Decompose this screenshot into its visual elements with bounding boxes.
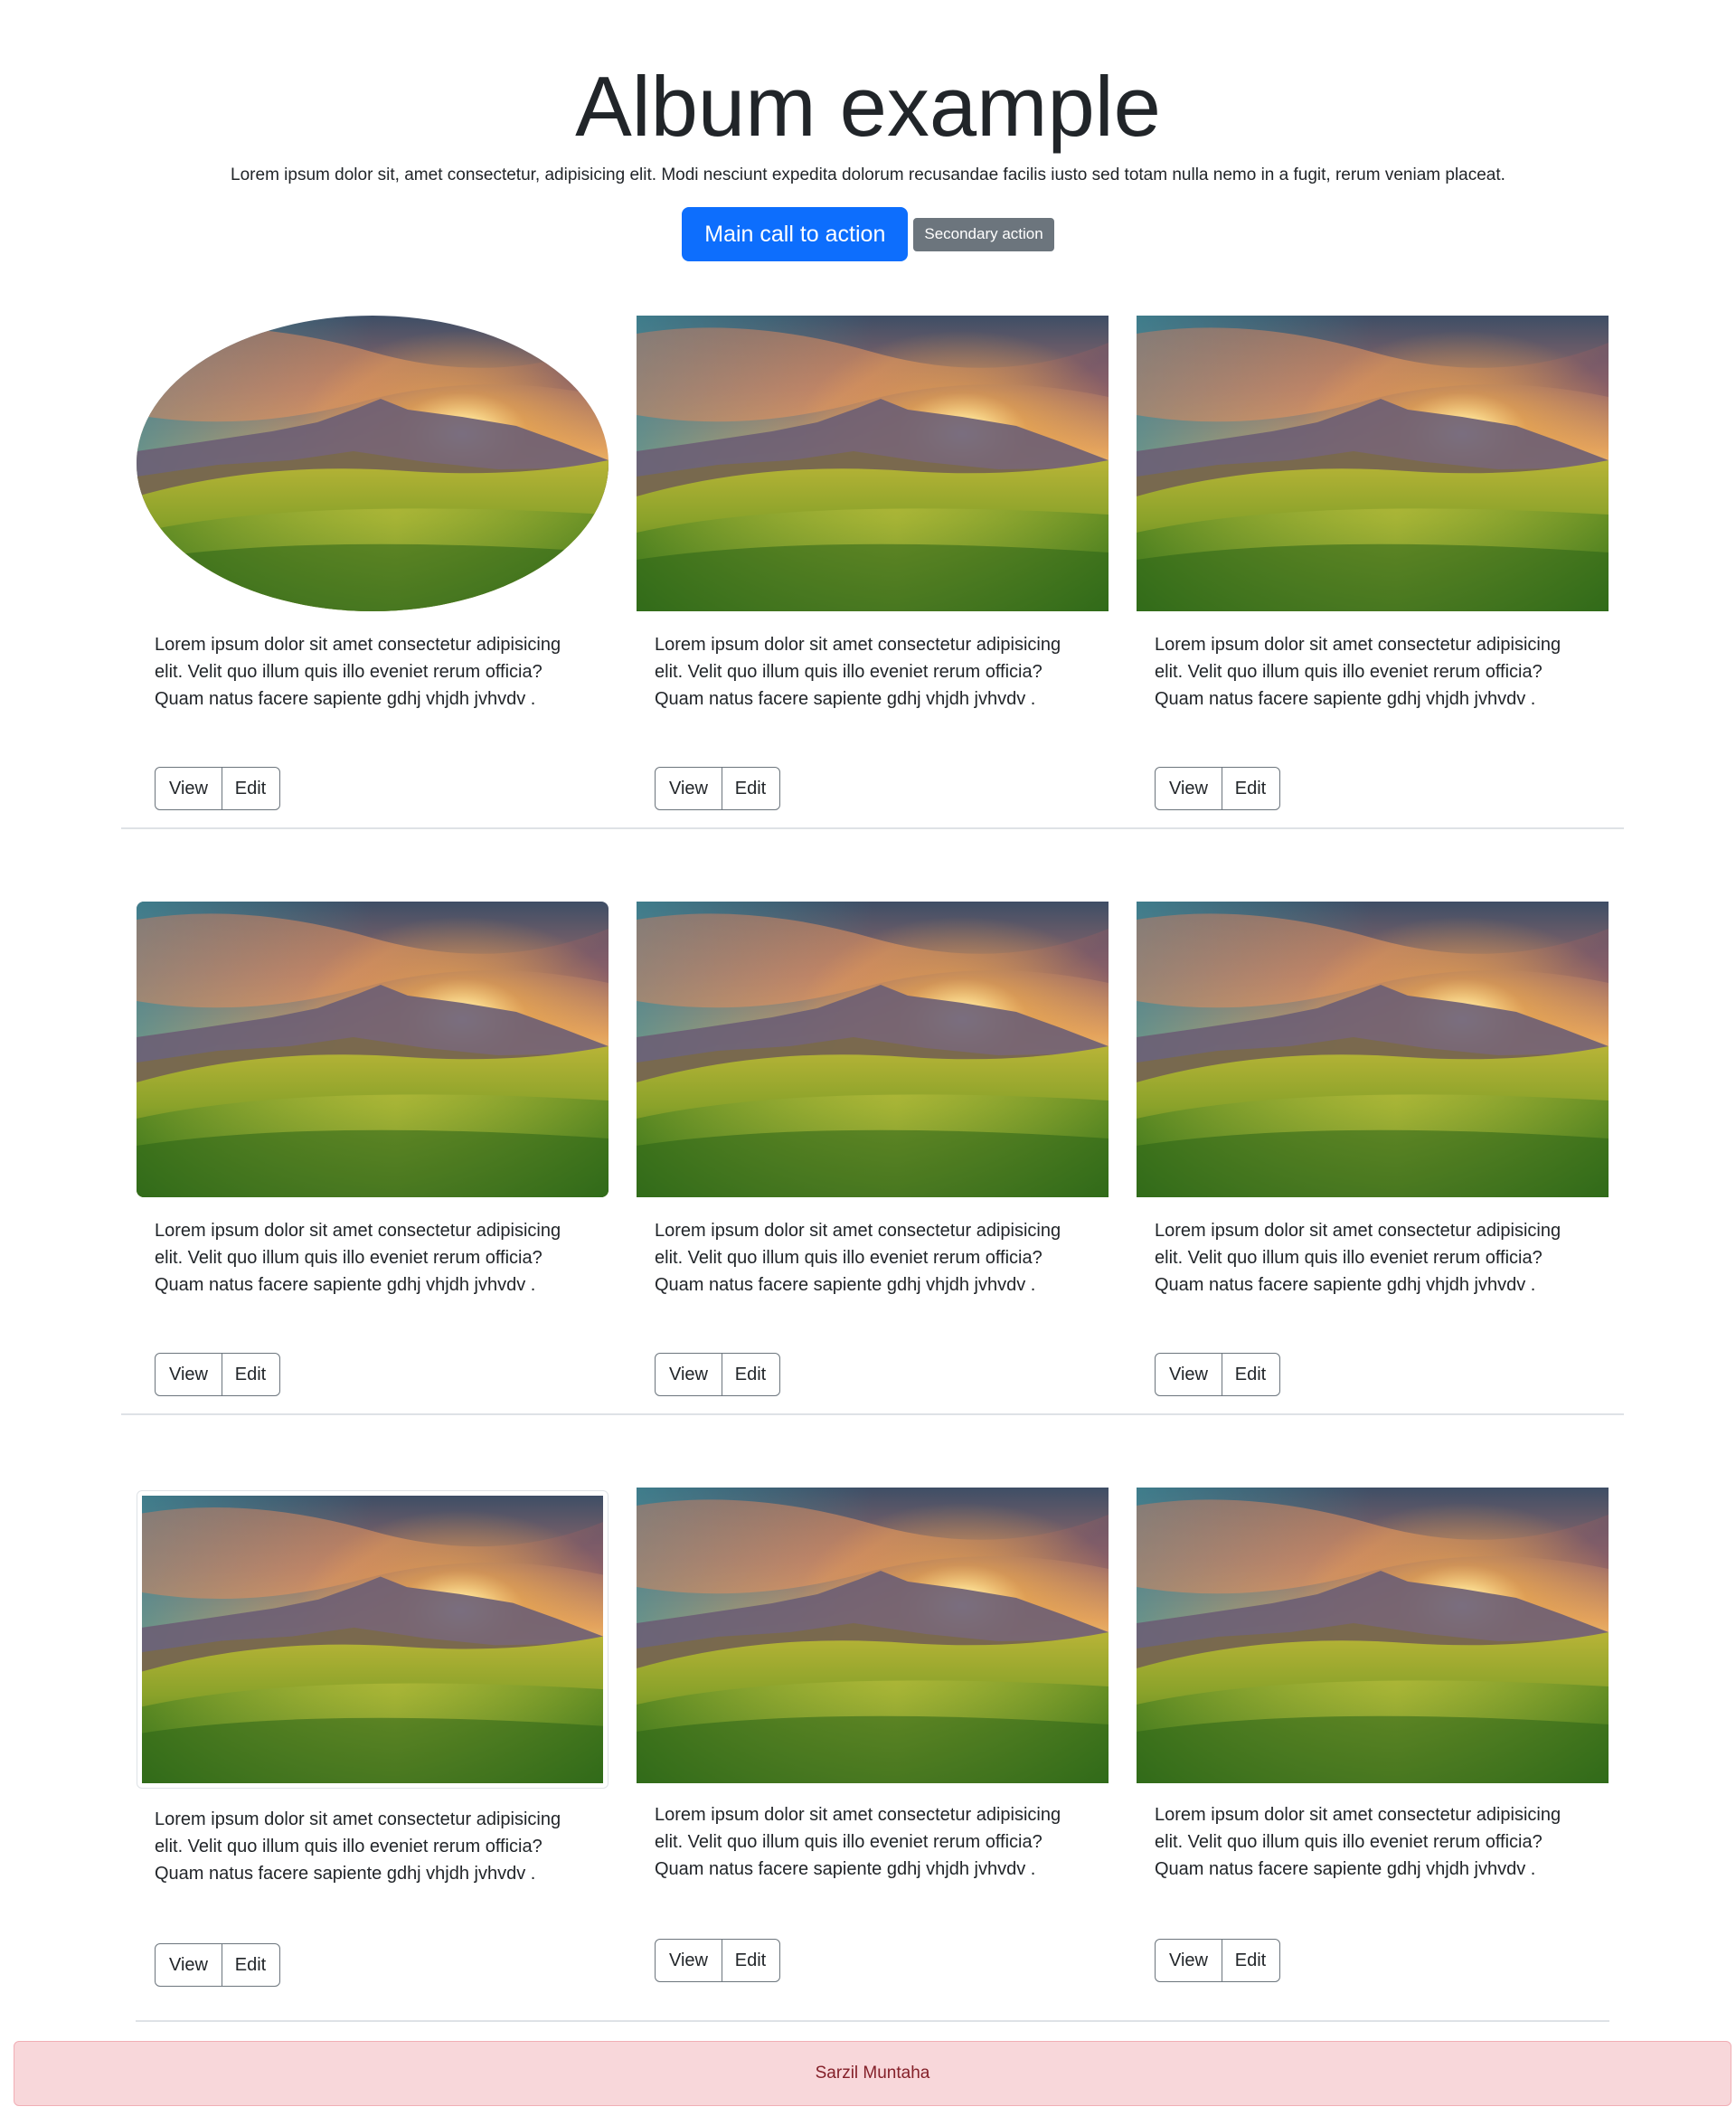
hero-actions: Main call to action Secondary action	[0, 207, 1736, 261]
card-text: Lorem ipsum dolor sit amet consectetur a…	[155, 635, 561, 709]
card-text: Lorem ipsum dolor sit amet consectetur a…	[655, 1221, 1061, 1295]
card-button-group: View Edit	[1155, 1353, 1280, 1396]
card-button-group: View Edit	[155, 767, 280, 810]
main-call-to-action-button[interactable]: Main call to action	[682, 207, 909, 261]
view-button[interactable]: View	[1155, 1939, 1222, 1982]
view-button[interactable]: View	[155, 767, 222, 810]
album-row: Lorem ipsum dolor sit amet consectetur a…	[121, 316, 1624, 829]
edit-button[interactable]: Edit	[1221, 1353, 1280, 1396]
card-button-group: View Edit	[1155, 1939, 1280, 1982]
edit-button[interactable]: Edit	[221, 1353, 280, 1396]
view-button[interactable]: View	[1155, 1353, 1222, 1396]
card-button-group: View Edit	[655, 1939, 780, 1982]
view-button[interactable]: View	[655, 1353, 722, 1396]
page-title: Album example	[575, 59, 1161, 154]
card-image	[1137, 316, 1609, 611]
view-button[interactable]: View	[155, 1353, 222, 1396]
card-image	[1137, 902, 1609, 1197]
edit-button[interactable]: Edit	[221, 767, 280, 810]
view-button[interactable]: View	[155, 1943, 222, 1987]
card-text: Lorem ipsum dolor sit amet consectetur a…	[155, 1221, 561, 1295]
album-row: Lorem ipsum dolor sit amet consectetur a…	[121, 902, 1624, 1415]
card-text: Lorem ipsum dolor sit amet consectetur a…	[155, 1809, 561, 1884]
card-image	[637, 1488, 1109, 1783]
album-row: Lorem ipsum dolor sit amet consectetur a…	[121, 1488, 1624, 2021]
view-button[interactable]: View	[655, 1939, 722, 1982]
card-image	[137, 902, 609, 1197]
card-button-group: View Edit	[155, 1943, 280, 1987]
card-text: Lorem ipsum dolor sit amet consectetur a…	[1155, 1221, 1561, 1295]
card-button-group: View Edit	[1155, 767, 1280, 810]
edit-button[interactable]: Edit	[1221, 1939, 1280, 1982]
edit-button[interactable]: Edit	[721, 767, 780, 810]
card-image	[137, 1490, 609, 1789]
footer-text: Sarzil Muntaha	[815, 2064, 930, 2083]
card-button-group: View Edit	[655, 767, 780, 810]
edit-button[interactable]: Edit	[721, 1353, 780, 1396]
view-button[interactable]: View	[655, 767, 722, 810]
card-image	[637, 316, 1109, 611]
edit-button[interactable]: Edit	[221, 1943, 280, 1987]
hero-lead-text: Lorem ipsum dolor sit, amet consectetur,…	[231, 165, 1505, 184]
card-button-group: View Edit	[655, 1353, 780, 1396]
edit-button[interactable]: Edit	[721, 1939, 780, 1982]
card-button-group: View Edit	[155, 1353, 280, 1396]
footer-alert: Sarzil Muntaha	[14, 2041, 1731, 2106]
card-image	[137, 316, 609, 611]
secondary-action-button[interactable]: Secondary action	[913, 217, 1054, 251]
card-image	[637, 902, 1109, 1197]
card-image	[1137, 1488, 1609, 1783]
view-button[interactable]: View	[1155, 767, 1222, 810]
edit-button[interactable]: Edit	[1221, 767, 1280, 810]
card-text: Lorem ipsum dolor sit amet consectetur a…	[655, 635, 1061, 709]
card-text: Lorem ipsum dolor sit amet consectetur a…	[1155, 635, 1561, 709]
card-text: Lorem ipsum dolor sit amet consectetur a…	[655, 1805, 1061, 1879]
card-text: Lorem ipsum dolor sit amet consectetur a…	[1155, 1805, 1561, 1879]
divider	[136, 2020, 1609, 2022]
